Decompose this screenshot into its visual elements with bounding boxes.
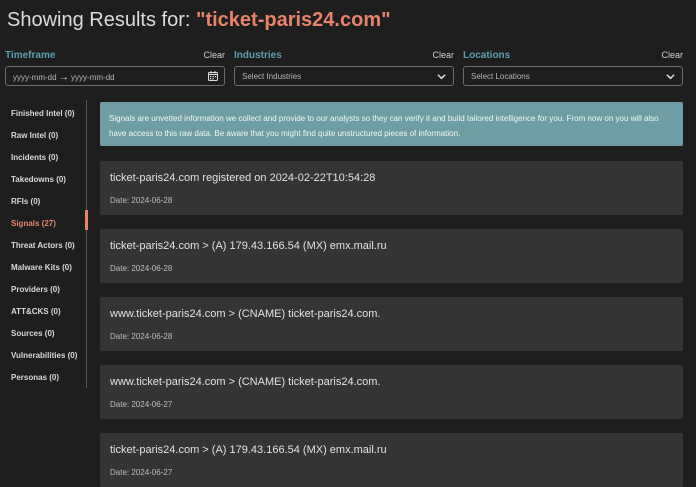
sidebar-item-threat-actors[interactable]: Threat Actors (0): [11, 241, 75, 250]
chevron-down-icon: [437, 74, 446, 80]
title-prefix: Showing Results for:: [7, 9, 191, 31]
locations-placeholder: Select Locations: [471, 72, 530, 81]
result-title: www.ticket-paris24.com > (CNAME) ticket-…: [110, 308, 381, 320]
industries-filter: Industries Clear Select Industries: [234, 50, 454, 87]
sidebar-item-takedowns[interactable]: Takedowns (0): [11, 175, 66, 184]
sidebar-item-attacks[interactable]: ATT&CKS (0): [11, 307, 61, 316]
timeframe-input[interactable]: yyyy-mm-dd → yyyy-mm-dd: [5, 66, 225, 86]
result-title: www.ticket-paris24.com > (CNAME) ticket-…: [110, 376, 381, 388]
sidebar-item-incidents[interactable]: Incidents (0): [11, 153, 58, 162]
result-card[interactable]: www.ticket-paris24.com > (CNAME) ticket-…: [100, 297, 683, 351]
result-title: ticket-paris24.com > (A) 179.43.166.54 (…: [110, 240, 387, 252]
sidebar-item-raw-intel[interactable]: Raw Intel (0): [11, 131, 58, 140]
sidebar-item-rfis[interactable]: RFIs (0): [11, 197, 40, 206]
result-date: Date: 2024-06-27: [110, 400, 173, 409]
arrow-right-icon: →: [58, 72, 69, 83]
active-indicator: [85, 210, 88, 230]
sidebar-item-personas[interactable]: Personas (0): [11, 373, 59, 382]
calendar-icon[interactable]: [208, 71, 218, 81]
industries-select[interactable]: Select Industries: [234, 66, 454, 86]
search-query: "ticket-paris24.com": [195, 9, 391, 31]
result-date: Date: 2024-06-28: [110, 196, 173, 205]
result-date: Date: 2024-06-28: [110, 332, 173, 341]
sidebar-item-sources[interactable]: Sources (0): [11, 329, 55, 338]
end-date-input[interactable]: yyyy-mm-dd: [71, 73, 115, 82]
sidebar-item-vulnerabilities[interactable]: Vulnerabilities (0): [11, 351, 77, 360]
sidebar-item-providers[interactable]: Providers (0): [11, 285, 60, 294]
result-date: Date: 2024-06-28: [110, 264, 173, 273]
category-sidebar: Finished Intel (0) Raw Intel (0) Inciden…: [0, 100, 88, 388]
timeframe-label: Timeframe: [5, 50, 56, 61]
result-card[interactable]: ticket-paris24.com > (A) 179.43.166.54 (…: [100, 229, 683, 283]
timeframe-clear-button[interactable]: Clear: [203, 50, 225, 60]
page-title: Showing Results for: "ticket-paris24.com…: [7, 9, 391, 32]
result-title: ticket-paris24.com > (A) 179.43.166.54 (…: [110, 444, 387, 456]
industries-label: Industries: [234, 50, 282, 61]
sidebar-item-malware-kits[interactable]: Malware Kits (0): [11, 263, 72, 272]
locations-clear-button[interactable]: Clear: [661, 50, 683, 60]
start-date-input[interactable]: yyyy-mm-dd: [13, 73, 57, 82]
chevron-down-icon: [666, 74, 675, 80]
industries-placeholder: Select Industries: [242, 72, 302, 81]
result-card[interactable]: ticket-paris24.com > (A) 179.43.166.54 (…: [100, 433, 683, 487]
sidebar-item-finished-intel[interactable]: Finished Intel (0): [11, 109, 75, 118]
result-card[interactable]: ticket-paris24.com registered on 2024-02…: [100, 161, 683, 215]
locations-filter: Locations Clear Select Locations: [463, 50, 683, 87]
locations-label: Locations: [463, 50, 511, 61]
result-title: ticket-paris24.com registered on 2024-02…: [110, 172, 376, 184]
timeframe-filter: Timeframe Clear yyyy-mm-dd → yyyy-mm-dd: [5, 50, 225, 87]
industries-clear-button[interactable]: Clear: [432, 50, 454, 60]
sidebar-item-signals[interactable]: Signals (27): [11, 219, 56, 228]
result-card[interactable]: www.ticket-paris24.com > (CNAME) ticket-…: [100, 365, 683, 419]
locations-select[interactable]: Select Locations: [463, 66, 683, 86]
info-banner: Signals are unvetted information we coll…: [100, 102, 683, 146]
result-date: Date: 2024-06-27: [110, 468, 173, 477]
